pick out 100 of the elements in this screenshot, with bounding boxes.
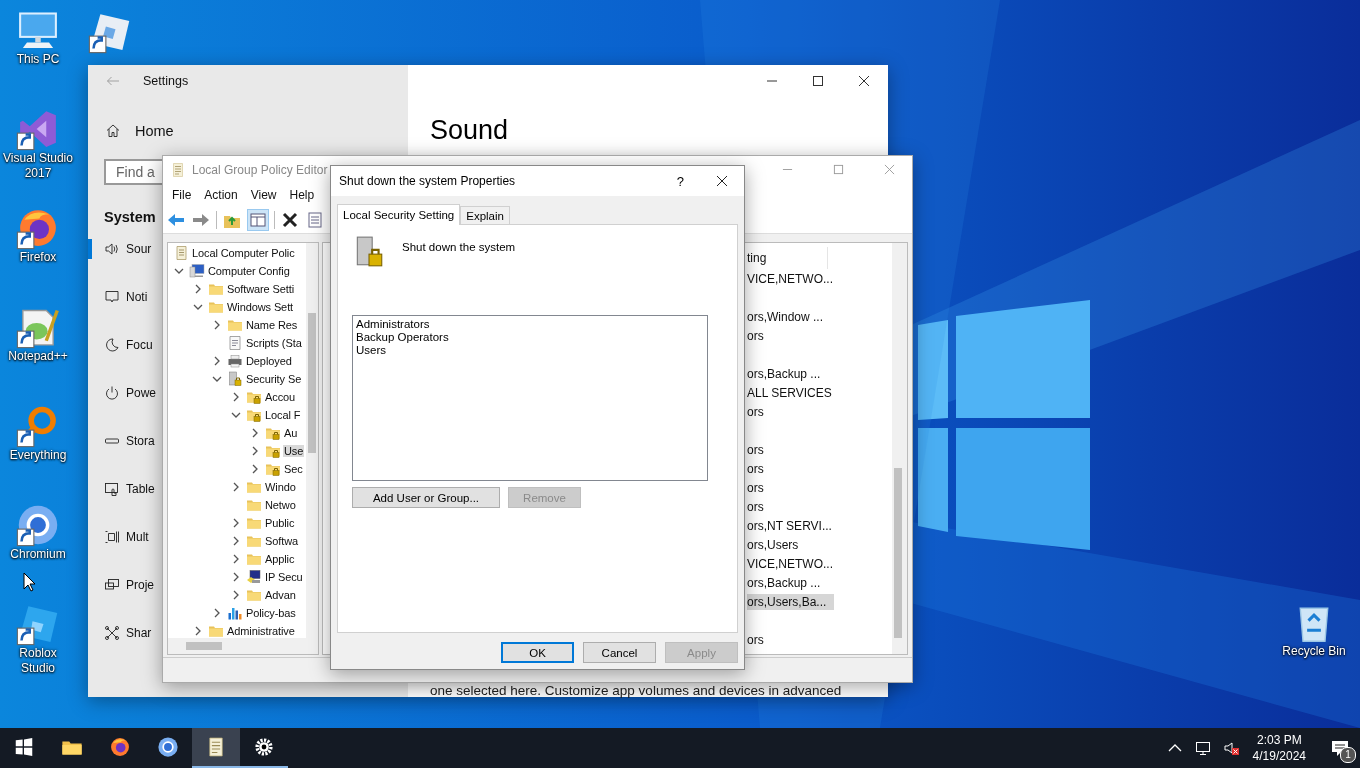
chevron-icon[interactable] — [231, 554, 241, 564]
list-cell[interactable]: ors — [747, 403, 772, 420]
tree-item[interactable]: Windows Sett — [226, 301, 295, 313]
tree-item[interactable]: Applic — [264, 553, 296, 565]
chevron-icon[interactable] — [193, 284, 203, 294]
tree-item[interactable]: Netwo — [264, 499, 297, 511]
maximize-icon[interactable] — [812, 75, 824, 87]
network-icon[interactable] — [1194, 740, 1211, 756]
screens-icon[interactable] — [104, 577, 120, 593]
clock-date[interactable]: 4/19/2024 — [1252, 748, 1306, 764]
chevron-icon[interactable] — [231, 410, 241, 420]
list-cell[interactable]: ors,Backup ... — [747, 574, 829, 591]
chevron-icon[interactable] — [193, 302, 203, 312]
chevron-icon[interactable] — [212, 356, 222, 366]
tree-item[interactable]: Use — [283, 445, 305, 457]
chevron-icon[interactable] — [250, 428, 260, 438]
share-icon[interactable] — [104, 625, 120, 641]
delete-icon[interactable] — [280, 210, 300, 230]
home-link[interactable]: Home — [135, 123, 174, 139]
tree-item[interactable]: Deployed — [245, 355, 293, 367]
help-button[interactable]: ? — [676, 173, 684, 189]
list-cell[interactable]: ors — [747, 441, 772, 458]
menu-item[interactable]: View — [250, 188, 277, 202]
tree-item[interactable]: Local F — [264, 409, 302, 421]
desktop-icon-label[interactable]: Chromium — [1, 547, 75, 562]
tree-item[interactable]: Public — [264, 517, 296, 529]
desktop-icon-label[interactable]: Everything — [1, 448, 75, 463]
tree-item[interactable]: Advan — [264, 589, 297, 601]
list-cell[interactable]: ors,Window ... — [747, 308, 832, 325]
scrollbar[interactable] — [306, 243, 318, 638]
power-icon[interactable] — [104, 385, 120, 401]
list-cell[interactable]: ors — [747, 460, 772, 477]
list-item[interactable]: Users — [356, 344, 704, 357]
list-cell[interactable]: ALL SERVICES — [747, 384, 840, 401]
speaker-icon[interactable] — [1222, 740, 1239, 756]
scrollbar[interactable] — [168, 638, 318, 654]
chevron-icon[interactable] — [231, 482, 241, 492]
nav-item[interactable]: Sour — [126, 242, 152, 256]
menu-item[interactable]: Action — [204, 188, 238, 202]
chevron-icon[interactable] — [250, 446, 260, 456]
list-cell[interactable]: ors,NT SERVI... — [747, 517, 840, 534]
tree-item[interactable]: Softwa — [264, 535, 300, 547]
chevron-icon[interactable] — [231, 590, 241, 600]
tree-item[interactable]: Local Computer Polic — [191, 247, 296, 259]
chevron-icon[interactable] — [212, 374, 222, 384]
multitask-icon[interactable] — [104, 529, 120, 545]
nav-item[interactable]: Shar — [126, 626, 152, 640]
tree-item[interactable]: Accou — [264, 391, 297, 403]
ring-logo-icon[interactable] — [16, 503, 60, 547]
message-icon[interactable] — [104, 289, 120, 305]
clock-time[interactable]: 2:03 PM — [1256, 732, 1302, 748]
desktop-icon-label[interactable]: Notepad++ — [1, 349, 75, 364]
tab[interactable]: Local Security Setting — [337, 204, 461, 225]
tree-item[interactable]: Computer Config — [207, 265, 291, 277]
desktop-icon-label[interactable]: Firefox — [1, 250, 75, 265]
nav-item[interactable]: Proje — [126, 578, 154, 592]
tab[interactable]: Explain — [460, 206, 510, 224]
close-icon[interactable] — [858, 75, 870, 87]
chevron-icon[interactable] — [231, 572, 241, 582]
tree-item[interactable]: Sec — [283, 463, 304, 475]
nav-item[interactable]: Noti — [126, 290, 148, 304]
column-header[interactable]: ting — [747, 247, 828, 269]
nav-item[interactable]: Stora — [126, 434, 155, 448]
desktop-icon-label[interactable]: Recycle Bin — [1277, 644, 1351, 659]
tree-item[interactable]: Windo — [264, 481, 297, 493]
speaker-icon[interactable] — [104, 241, 120, 257]
list-cell[interactable]: VICE,NETWO... — [747, 555, 841, 572]
list-cell[interactable]: ors,Backup ... — [747, 365, 829, 382]
tree-item[interactable]: Security Se — [245, 373, 303, 385]
desktop-icon-label[interactable]: Visual Studio 2017 — [1, 151, 75, 181]
tree-item[interactable]: Name Res — [245, 319, 299, 331]
list-cell[interactable]: VICE,NETWO... — [747, 270, 841, 287]
tree-item[interactable]: Au — [283, 427, 299, 439]
chevron-icon[interactable] — [212, 608, 222, 618]
list-cell[interactable]: ors — [747, 327, 772, 344]
chevron-icon[interactable] — [231, 536, 241, 546]
list-cell[interactable]: ors,Users — [747, 536, 807, 553]
dialog-button[interactable]: Cancel — [583, 642, 656, 663]
list-cell[interactable]: ors — [747, 498, 772, 515]
list-cell[interactable]: ors,Users,Ba... — [747, 593, 835, 610]
taskbar-app[interactable] — [192, 728, 240, 768]
home-icon[interactable] — [105, 123, 121, 139]
nav-item[interactable]: Mult — [126, 530, 149, 544]
dialog-button[interactable]: OK — [501, 642, 574, 663]
tree-item[interactable]: Scripts (Sta — [245, 337, 303, 349]
chevron-icon[interactable] — [212, 320, 222, 330]
desktop-icon-label[interactable]: Roblox Studio — [1, 646, 75, 676]
list-item[interactable]: Backup Operators — [356, 331, 704, 344]
scrollbar[interactable] — [892, 243, 907, 654]
tree-item[interactable]: IP Secu — [264, 571, 304, 583]
dialog-button[interactable]: Add User or Group... — [352, 487, 500, 508]
chevron-icon[interactable] — [231, 518, 241, 528]
list-cell[interactable]: ors — [747, 479, 772, 496]
menu-item[interactable]: File — [172, 188, 192, 202]
members-list[interactable]: Administrators Backup Operators Users — [352, 315, 708, 481]
tree-item[interactable]: Policy-bas — [245, 607, 297, 619]
tree-item[interactable]: Software Setti — [226, 283, 296, 295]
tablet-icon[interactable] — [104, 481, 120, 497]
desktop-icon-label[interactable]: This PC — [1, 52, 75, 67]
nav-item[interactable]: Table — [126, 482, 155, 496]
